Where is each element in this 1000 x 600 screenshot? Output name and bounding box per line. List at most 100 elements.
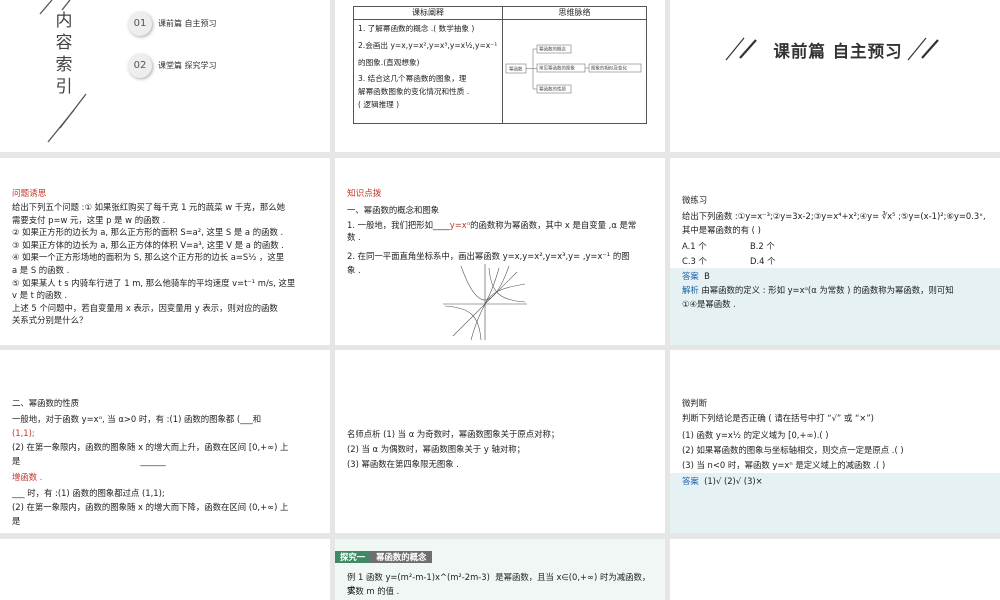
title-char: 内 (55, 11, 73, 31)
judgment-item: (3) 当 n<0 时，幂函数 y=xⁿ 是定义域上的减函数 .( ) (682, 460, 886, 470)
standard-line: 1. 了解幂函数的概念 .( 数学抽象 ) (358, 24, 475, 33)
answer-value: B (704, 271, 710, 281)
map-node-root: 幂函数 (509, 66, 523, 73)
option-c[interactable]: C.3 个 (682, 255, 707, 268)
problem-line: 给出下列五个问题 :① 如果张红购买了每千克 1 元的蔬菜 w 千克，那么她 (12, 202, 285, 212)
option-b[interactable]: B.2 个 (750, 240, 775, 253)
slide-blank (670, 539, 1000, 600)
properties-subtitle: 二、幂函数的性质 (12, 398, 79, 408)
map-node-properties: 幂函数的性质 (539, 86, 566, 93)
title-char: 索 (55, 55, 73, 75)
teacher-note-line: 名师点析 (1) 当 α 为奇数时，幂函数图象关于原点对称； (347, 429, 560, 439)
slide-blank (0, 539, 330, 600)
map-node-concept: 幂函数的概念 (539, 46, 566, 53)
judgment-answer-box: 答案 (1)√ (2)√ (3)× (670, 473, 1000, 533)
index-num-badge: 01 (128, 12, 152, 36)
col-header-standards: 课标阐释 (354, 7, 503, 20)
definition-line: 1. 一般地，我们把形如____y=xᵅ的函数称为幂函数，其中 x 是自变量 ,… (347, 220, 637, 230)
explanation-label: 解析 (682, 285, 699, 295)
knowledge-header: 知识点拨 (347, 189, 382, 199)
example-text: 例 1 函数 y=(m²-m-1)x^(m²-2m-3) (347, 572, 490, 582)
explore-tag: 探究一 (335, 551, 371, 563)
slide-knowledge-points[interactable]: 知识点拨 一、幂函数的概念和图象 1. 一般地，我们把形如____y=xᵅ的函数… (335, 158, 665, 345)
explore-tag-title: 幂函数的概念 (370, 551, 433, 563)
property-line: 是 ______ (12, 456, 166, 466)
definition-text: 的函数称为幂函数，其中 x 是自变量 ,α 是常 (470, 220, 637, 230)
explanation: 解析 由幂函数的定义 : 形如 y=xᵅ(α 为常数 ) 的函数称为幂函数，则可… (682, 284, 992, 297)
problem-line: ③ 如果正方体的边长为 a, 那么正方体的体积 V=a³, 这里 V 是 a 的… (12, 239, 284, 250)
mind-map: 幂函数 幂函数的概念 常见幂函数的图象 图象的相似及变化 幂函数的性质 (505, 44, 642, 94)
teacher-note-line: (3) 幂函数在第四象限无图象 . (347, 459, 459, 469)
knowledge-subtitle: 一、幂函数的概念和图象 (347, 205, 440, 215)
slide-properties[interactable]: 二、幂函数的性质 一般地，对于函数 y=xᵅ, 当 α>0 时，有 :(1) 函… (0, 350, 330, 533)
judgment-item: (1) 函数 y=x½ 的定义域为 [0,+∞).( ) (682, 430, 829, 440)
explanation-text: ①④是幂函数 . (682, 299, 736, 309)
slide-mini-judgment[interactable]: 微判断 判断下列结论是否正确 ( 请在括号中打 “√” 或 “×”) (1) 函… (670, 350, 1000, 533)
exercise-question: 给出下列函数 :①y=x⁻³;②y=3x-2;③y=x⁴+x²;④y= ∛x⁵ … (682, 211, 986, 221)
definition-text: 数 . (347, 232, 361, 242)
property-text: 是 (12, 456, 21, 466)
problem-line: 需要支付 p=w 元，这里 p 是 w 的函数 . (12, 214, 166, 225)
index-label: 课前篇 自主预习 (158, 19, 217, 28)
standard-line: 的图象.(直观想象) (358, 57, 420, 67)
definition-answer: y=xᵅ (449, 220, 471, 230)
section-title: 课前篇 自主预习 (773, 42, 903, 61)
power-function-graph (443, 264, 527, 341)
title-char: 引 (55, 77, 73, 97)
property-text: 第一象限内，函数的图象随 x 的增大而上升，函数在区间 [0,+∞) 上 (34, 442, 289, 452)
standard-line: 3. 结合这几个幂函数的图象，理 (358, 74, 467, 84)
problem-line: v 是 t 的函数 . (12, 290, 68, 301)
index-label: 课堂篇 探究学习 (158, 61, 217, 70)
problem-body: 给出下列五个问题 :① 如果张红购买了每千克 1 元的蔬菜 w 千克，那么她 需… (12, 201, 320, 327)
curriculum-table: 课标阐释 思维脉络 1. 了解幂函数的概念 .( 数学抽象 ) 2.会画出 y=… (353, 6, 647, 124)
title-char: 容 (55, 33, 73, 53)
option-a[interactable]: A.1 个 (682, 240, 707, 253)
property-line: (2) 在第一象限内，函数的图象随 x 的增大而上升，函数在区间 [0,+∞) … (12, 442, 289, 452)
judgment-question: 判断下列结论是否正确 ( 请在括号中打 “√” 或 “×”) (682, 413, 874, 423)
problem-line: 上述 5 个问题中，若自变量用 x 表示，因变量用 y 表示，则对应的函数 (12, 302, 278, 313)
teacher-note-line: (2) 当 α 为偶数时，幂函数图象关于 y 轴对称； (347, 444, 526, 454)
slide-mini-exercise[interactable]: 微练习 给出下列函数 :①y=x⁻³;②y=3x-2;③y=x⁴+x²;④y= … (670, 158, 1000, 345)
judgment-title: 微判断 (682, 398, 708, 408)
problem-line: ② 如果正方形的边长为 a, 那么正方形的面积 S=a², 这里 S 是 a 的… (12, 227, 284, 238)
explore-tag-bar: 探究一 幂函数的概念 (335, 545, 451, 563)
map-node-variation: 图象的相似及变化 (591, 65, 627, 72)
map-node-graphs: 常见幂函数的图象 (539, 65, 575, 72)
property-answer: 增函数 . (12, 472, 43, 482)
answer-value: (1)√ (2)√ (3)× (704, 476, 763, 486)
answer-line: 答案 B (682, 270, 710, 283)
property-line: 是 (12, 516, 21, 526)
slide-teacher-notes[interactable]: 名师点析 (1) 当 α 为奇数时，幂函数图象关于原点对称； (2) 当 α 为… (335, 350, 665, 533)
slide-section-title[interactable]: 课前篇 自主预习 (670, 0, 1000, 152)
explanation-text: 由幂函数的定义 : 形如 y=xᵅ(α 为常数 ) 的函数称为幂函数，则可知 (701, 285, 954, 295)
standard-line: ( 逻辑推理 ) (358, 99, 400, 109)
standards-text: 1. 了解幂函数的概念 .( 数学抽象 ) 2.会画出 y=x,y=x²,y=x… (358, 23, 500, 112)
definition-text: 1. 一般地，我们把形如 (347, 220, 434, 230)
contents-title: 内 容 索 引 (52, 10, 76, 98)
judgment-answer: 答案 (1)√ (2)√ (3)× (682, 475, 763, 488)
standard-line: 2.会画出 y=x,y=x²,y=x³,y=x½,y=x⁻¹ (358, 40, 498, 50)
exercise-title: 微练习 (682, 195, 708, 205)
problem-line: ⑤ 如果某人 t s 内骑车行进了 1 m, 那么他骑车的平均速度 v=t⁻¹ … (12, 277, 296, 288)
example-text: 实数 m 的值 . (347, 586, 400, 596)
answer-box: 答案 B 解析 由幂函数的定义 : 形如 y=xᵅ(α 为常数 ) 的函数称为幂… (670, 268, 1000, 345)
property-line: (2) 在第一象限内，函数的图象随 x 的增大而下降，函数在区间 (0,+∞) … (12, 502, 289, 512)
property-line: 一般地，对于函数 y=xᵅ, 当 α>0 时，有 :(1) 函数的图象都 (__… (12, 414, 262, 424)
property-text: ___ 时，有 :(1) 函数的图象都过点 (1,1); (12, 488, 165, 498)
slide-problem-intro[interactable]: 问题诱思 给出下列五个问题 :① 如果张红购买了每千克 1 元的蔬菜 w 千克，… (0, 158, 330, 345)
problem-line: a 是 S 的函数 . (12, 264, 70, 275)
answer-label: 答案 (682, 476, 699, 486)
slide-explore-one[interactable]: 探究一 幂函数的概念 例 1 函数 y=(m²-m-1)x^(m²-2m-3) 是… (335, 539, 665, 600)
graph-instruction: 2. 在同一平面直角坐标系中，画出幂函数 y=x,y=x²,y=x³,y= ,y… (347, 251, 630, 261)
option-d[interactable]: D.4 个 (750, 255, 775, 268)
property-line: ___ 时，有 :(1) 函数的图象都过点 (1,1); (12, 487, 320, 500)
slide-contents-index[interactable]: 内 容 索 引 01 课前篇 自主预习 02 课堂篇 探究学习 (0, 0, 330, 152)
index-num-badge: 02 (128, 54, 152, 78)
problem-header: 问题诱思 (12, 189, 47, 199)
answer-label: 答案 (682, 271, 699, 281)
exercise-question: 其中是幂函数的有 ( ) (682, 225, 761, 235)
problem-line: ④ 如果一个正方形场地的面积为 S, 那么这个正方形的边长 a=S½ ，这里 (12, 252, 285, 263)
problem-line: 关系式分别是什么？ (12, 315, 88, 326)
slide-curriculum[interactable]: 课标阐释 思维脉络 1. 了解幂函数的概念 .( 数学抽象 ) 2.会画出 y=… (335, 0, 665, 152)
property-answer: (1,1); (12, 428, 35, 438)
